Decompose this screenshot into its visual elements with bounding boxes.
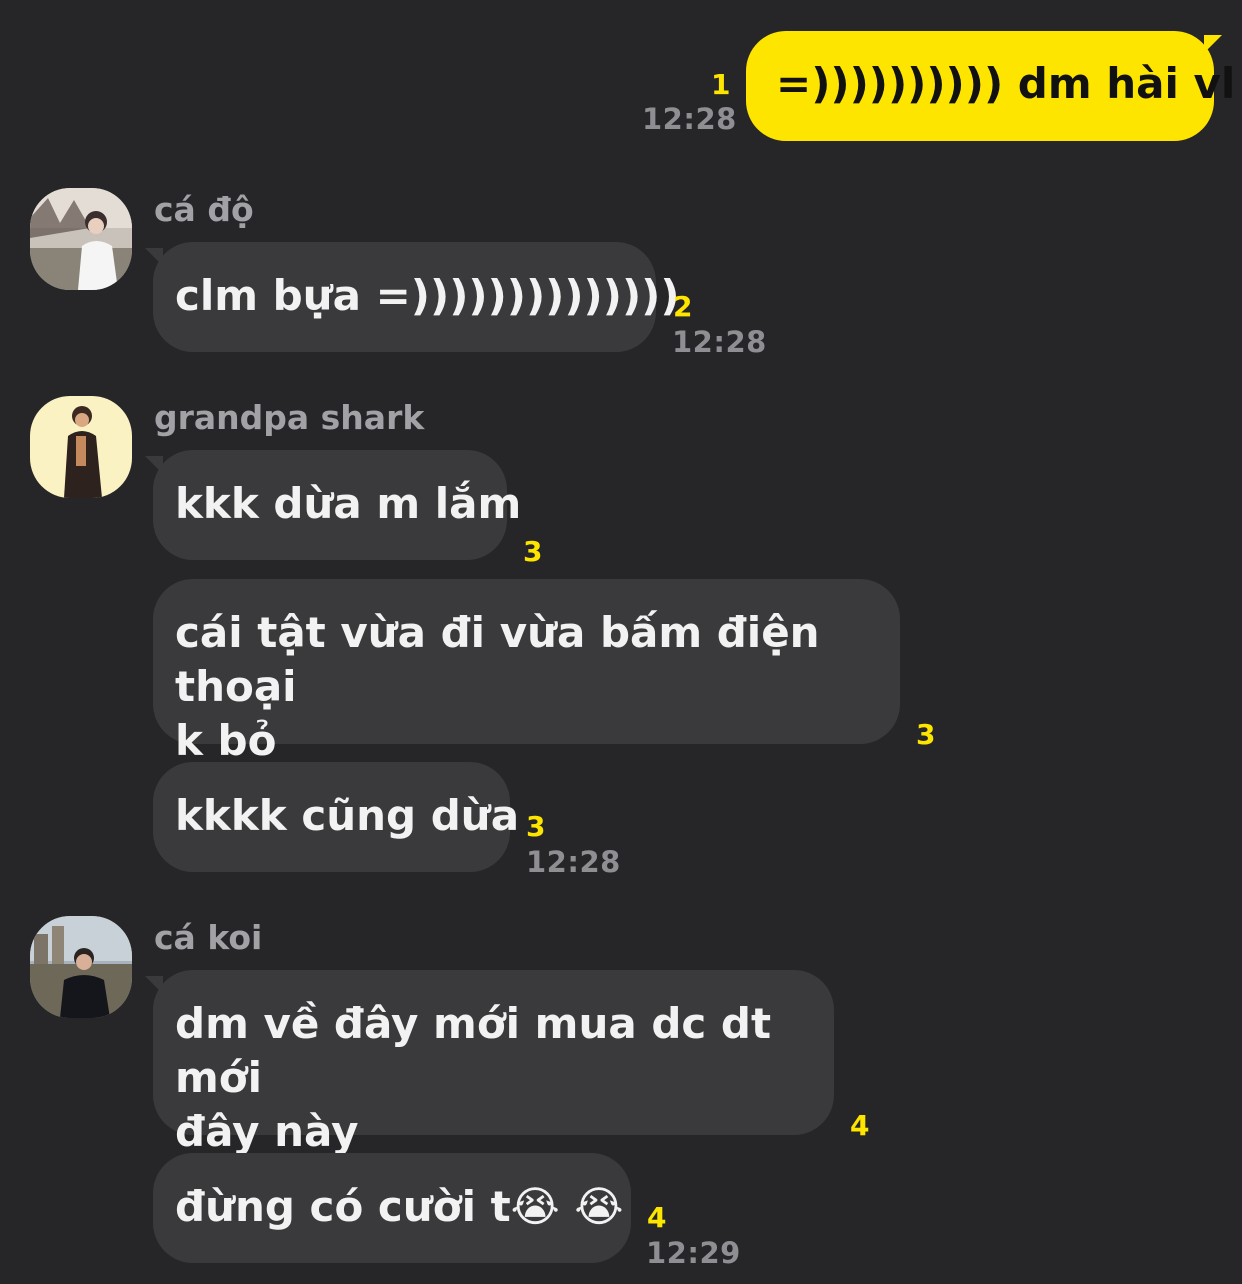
unread-count: 1 xyxy=(711,68,731,101)
unread-count: 3 xyxy=(916,718,936,751)
avatar-photo-person-dark-jacket xyxy=(30,396,132,498)
avatar-ca-koi[interactable] xyxy=(30,916,132,1018)
outgoing-message-bubble[interactable]: =)))))))))) dm hài vl xyxy=(746,31,1235,141)
avatar-ca-do[interactable] xyxy=(30,188,132,290)
avatar-grandpa-shark[interactable] xyxy=(30,396,132,498)
bubble-tail xyxy=(145,976,163,994)
bubble-tail xyxy=(145,456,163,474)
incoming-message-bubble[interactable]: kkkk cũng dừa xyxy=(153,762,519,872)
message-text-line: cái tật vừa đi vừa bấm điện thoại xyxy=(175,608,820,711)
incoming-message-bubble[interactable]: kkk dừa m lắm xyxy=(145,450,521,560)
unread-count: 4 xyxy=(850,1109,870,1142)
message-text: clm bựa =)))))))))))))) xyxy=(175,271,680,320)
incoming-message-bubble[interactable]: đừng có cười t😭 😭 xyxy=(153,1153,631,1263)
message-text-line: k bỏ xyxy=(175,716,277,765)
unread-count: 4 xyxy=(647,1201,667,1234)
incoming-message-bubble[interactable]: dm về đây mới mua dc dt mới đây này xyxy=(145,970,834,1156)
message-time: 12:28 xyxy=(526,845,621,879)
sender-name: cá koi xyxy=(154,918,263,957)
incoming-message-bubble[interactable]: clm bựa =)))))))))))))) xyxy=(145,242,680,352)
unread-count: 2 xyxy=(673,290,693,323)
message-time: 12:29 xyxy=(646,1236,741,1270)
sender-name: cá độ xyxy=(154,190,254,229)
message-text: kkkk cũng dừa xyxy=(175,791,520,840)
crying-face-emoji: 😭 😭 xyxy=(510,1182,624,1231)
message-text: kkk dừa m lắm xyxy=(175,479,522,528)
message-text: =)))))))))) dm hài vl xyxy=(776,59,1236,108)
message-text-line: dm về đây mới mua dc dt mới xyxy=(175,999,772,1102)
sender-name: grandpa shark xyxy=(154,398,425,437)
avatar-photo-person-outdoor xyxy=(30,916,132,1018)
bubble-tail xyxy=(145,248,163,266)
unread-count: 3 xyxy=(526,810,546,843)
bubble-tail xyxy=(1204,35,1222,53)
incoming-message-bubble[interactable]: cái tật vừa đi vừa bấm điện thoại k bỏ xyxy=(153,579,900,765)
message-text: đừng có cười t xyxy=(175,1182,511,1231)
unread-count: 3 xyxy=(523,535,543,568)
message-text-line: đây này xyxy=(175,1107,359,1156)
message-time: 12:28 xyxy=(672,325,767,359)
avatar-photo-person-white-shirt xyxy=(30,188,132,290)
message-time: 12:28 xyxy=(642,102,737,136)
